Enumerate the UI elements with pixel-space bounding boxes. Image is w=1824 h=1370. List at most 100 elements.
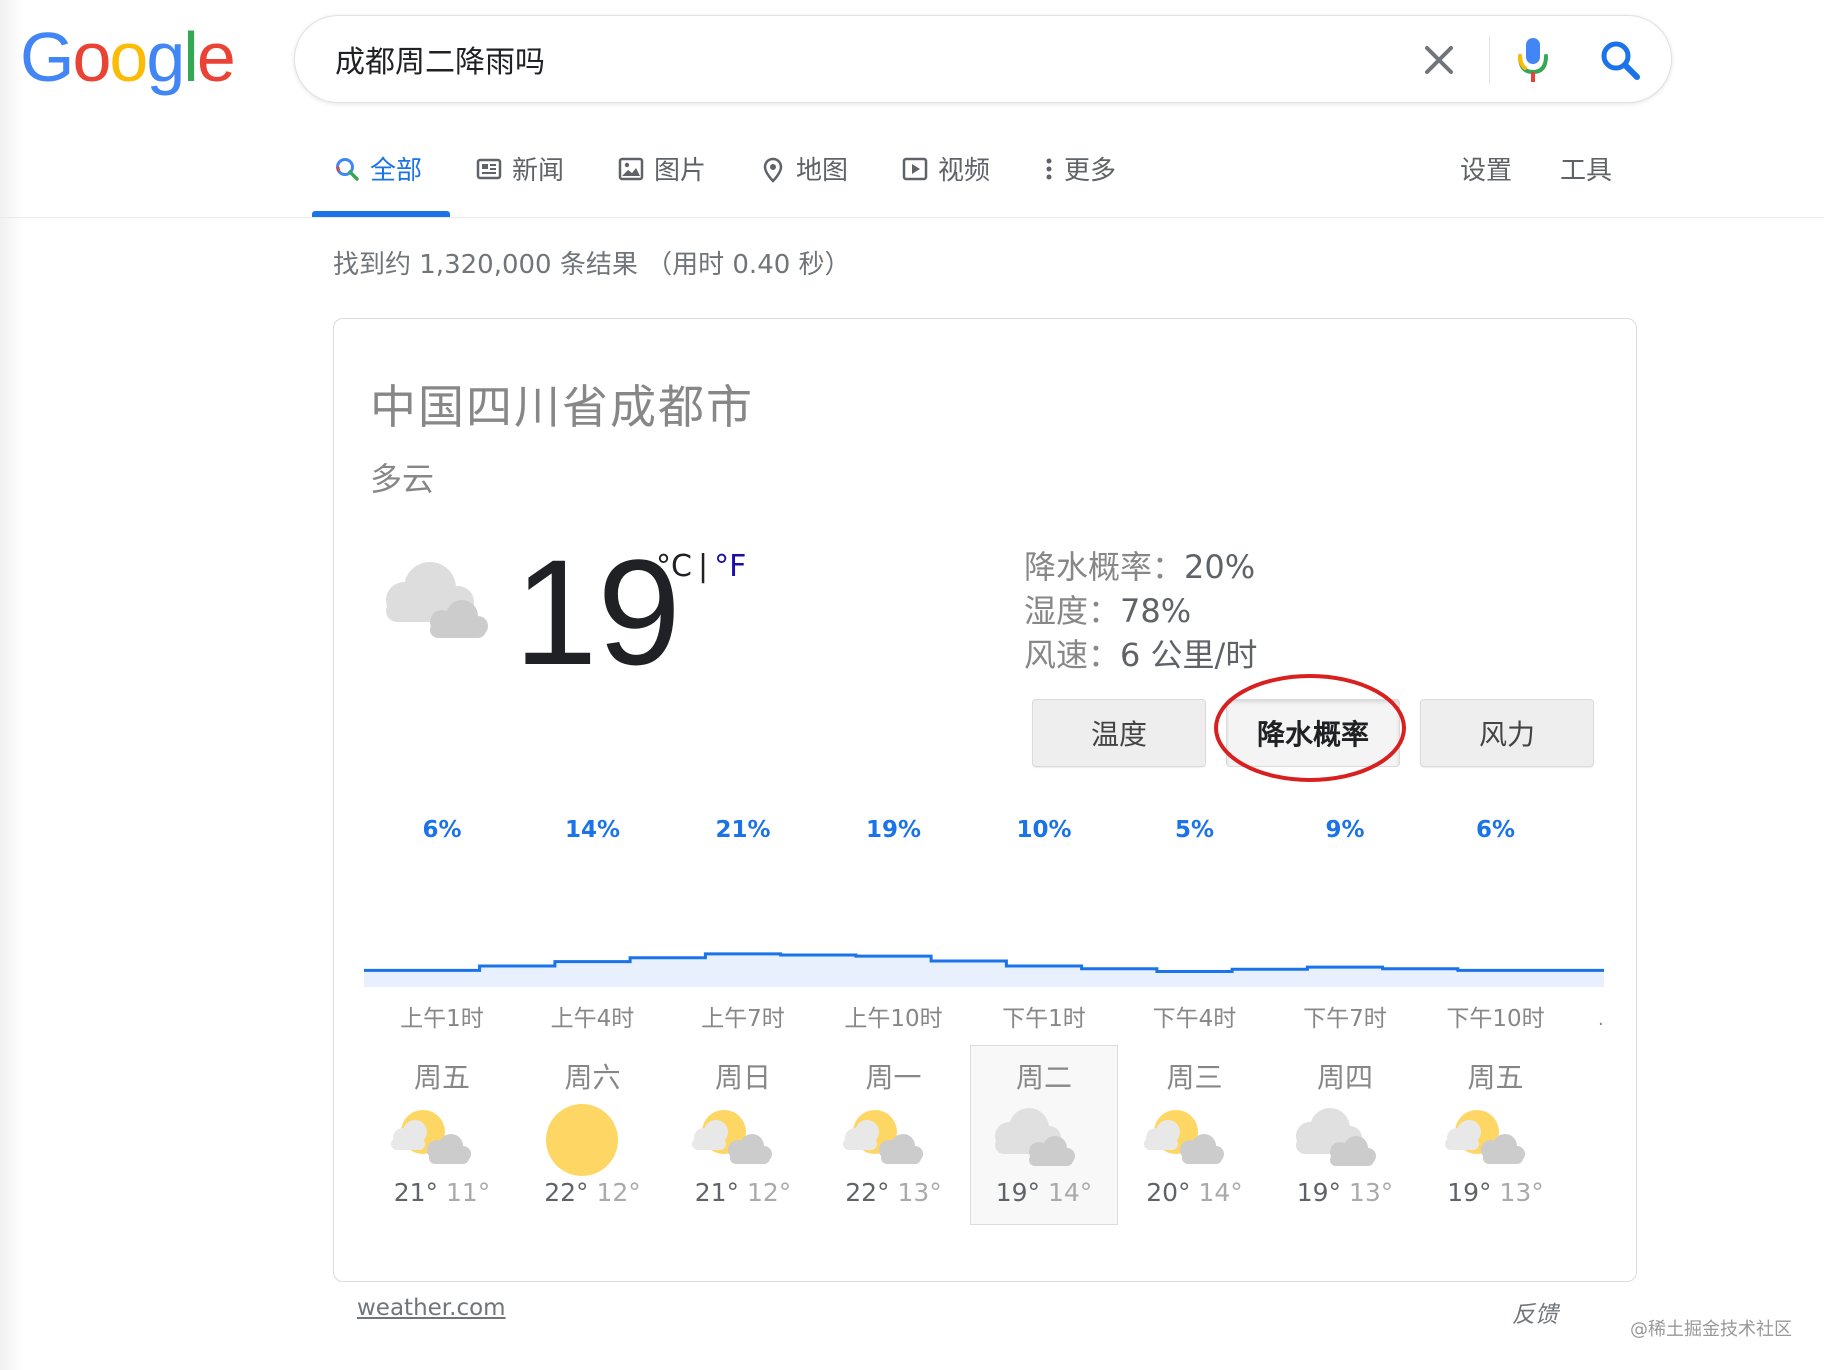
weather-card: 中国四川省成都市 多云 19 °C | °F 降水概率：20% 湿度：78% 风速：… (333, 318, 1637, 1282)
search-input[interactable] (335, 34, 1335, 84)
search-button[interactable] (1595, 34, 1645, 86)
voice-search-button[interactable] (1511, 34, 1555, 86)
forecast-day-name: 周日 (714, 1061, 771, 1094)
tab-label: 工具 (1560, 156, 1613, 186)
forecast-high: 22° (544, 1178, 589, 1207)
logo-letter: g (146, 18, 185, 96)
image-icon (618, 157, 644, 181)
forecast-day-name: 周二 (1015, 1061, 1072, 1094)
chart-hour-label: 上午4时 (550, 1006, 635, 1032)
forecast-low: 11° (446, 1178, 491, 1207)
chart-hour-label: 下午4时 (1152, 1006, 1237, 1032)
forecast-low: 13° (1499, 1178, 1544, 1207)
forecast-temps: 21° 11° (369, 1178, 515, 1207)
tab-all[interactable]: 全部 (334, 150, 422, 220)
forecast-temps: 21° 12° (670, 1178, 816, 1207)
search-tabs: 全部 新闻 图片 地图 视频 更多 设置 工具 (0, 150, 1824, 220)
forecast-low: 13° (1349, 1178, 1394, 1207)
forecast-day[interactable]: 周日 21° 12° (669, 1045, 817, 1225)
wind-toggle-button[interactable]: 风力 (1420, 699, 1594, 767)
tab-label: 更多 (1064, 156, 1117, 186)
forecast-low: 12° (596, 1178, 641, 1207)
forecast-day[interactable]: 周五 21° 11° (368, 1045, 516, 1225)
result-stats: 找到约 1,320,000 条结果 （用时 0.40 秒） (333, 250, 851, 280)
tab-label: 地图 (796, 156, 849, 186)
microphone-icon (1518, 38, 1548, 82)
logo-letter: G (20, 18, 74, 96)
precipitation-value: 20% (1184, 548, 1256, 586)
feedback-link[interactable]: 反馈 (1512, 1295, 1558, 1329)
humidity-row: 湿度：78% (1024, 589, 1257, 633)
forecast-day[interactable]: 周三 20° 14° (1121, 1045, 1269, 1225)
forecast-temps: 22° 12° (520, 1178, 666, 1207)
logo-letter: l (183, 18, 199, 96)
forecast-high: 21° (393, 1178, 438, 1207)
precipitation-area (364, 953, 1604, 987)
tab-tools[interactable]: 工具 (1560, 150, 1612, 220)
forecast-temps: 19° 13° (1272, 1178, 1418, 1207)
clear-button[interactable] (1417, 38, 1461, 82)
tab-videos[interactable]: 视频 (902, 150, 990, 220)
temperature-unit-switch: °C | °F (656, 549, 746, 584)
forecast-day-name: 周四 (1316, 1061, 1373, 1094)
news-icon (476, 158, 502, 180)
logo-letter: e (196, 18, 236, 96)
forecast-high: 19° (1447, 1178, 1492, 1207)
logo-letter: o (72, 18, 111, 96)
clear-icon (1425, 46, 1453, 74)
temperature-toggle-button[interactable]: 温度 (1032, 699, 1206, 767)
unit-separator: | (697, 549, 709, 584)
forecast-day[interactable]: 周六 22° 12° (519, 1045, 667, 1225)
tab-images[interactable]: 图片 (618, 150, 706, 220)
weather-source-link[interactable]: weather.com (357, 1295, 506, 1321)
partly-cloudy-icon (692, 1110, 772, 1164)
forecast-temps: 19° 13° (1423, 1178, 1569, 1207)
forecast-day-name: 周六 (564, 1061, 621, 1094)
forecast-high: 21° (694, 1178, 739, 1207)
chart-hour-label: 下午7时 (1303, 1006, 1387, 1032)
forecast-day[interactable]: 周四 19° 13° (1271, 1045, 1419, 1225)
chart-value-label: 6% (1475, 817, 1516, 843)
unit-celsius[interactable]: °C (656, 549, 692, 584)
forecast-day[interactable]: 周五 19° 13° (1422, 1045, 1570, 1225)
forecast-day-name: 周五 (1467, 1061, 1524, 1094)
weather-location: 中国四川省成都市 (370, 380, 754, 434)
tab-label: 图片 (654, 156, 707, 186)
forecast-low: 12° (747, 1178, 792, 1207)
tab-settings[interactable]: 设置 (1460, 150, 1512, 220)
chart-hour-label: 下午1时 (1002, 1006, 1086, 1032)
partly-cloudy-icon (1143, 1110, 1224, 1164)
forecast-high: 19° (1296, 1178, 1341, 1207)
forecast-temps: 22° 13° (821, 1178, 967, 1207)
video-icon (902, 157, 928, 181)
tab-label: 视频 (938, 156, 991, 186)
tab-label: 新闻 (512, 156, 565, 186)
tab-label: 设置 (1460, 156, 1513, 186)
logo-letter: o (109, 18, 148, 96)
tab-maps[interactable]: 地图 (760, 150, 848, 220)
forecast-high: 19° (995, 1178, 1040, 1207)
tab-news[interactable]: 新闻 (476, 150, 564, 220)
forecast-day[interactable]: 周二 19° 14° (970, 1045, 1118, 1225)
cloudy-icon (1296, 1108, 1376, 1166)
forecast-high: 22° (845, 1178, 890, 1207)
annotation-circle (1214, 674, 1406, 782)
humidity-label: 湿度： (1024, 592, 1121, 630)
partly-cloudy-icon (1444, 1110, 1525, 1164)
google-logo[interactable]: Google (20, 18, 236, 96)
forecast-day-name: 周三 (1166, 1061, 1223, 1094)
chart-value-label: 10% (1016, 817, 1072, 843)
tab-more[interactable]: 更多 (1044, 150, 1116, 220)
watermark: @稀土掘金技术社区 (1630, 1319, 1792, 1340)
precipitation-label: 降水概率： (1024, 548, 1185, 586)
wind-label: 风速： (1024, 636, 1121, 674)
cloudy-icon (995, 1108, 1075, 1166)
unit-fahrenheit[interactable]: °F (714, 549, 746, 584)
chart-hour-label: 下午10时 (1446, 1006, 1545, 1032)
forecast-day[interactable]: 周一 22° 13° (820, 1045, 968, 1225)
sunny-icon (545, 1104, 618, 1176)
forecast-high: 20° (1146, 1178, 1191, 1207)
chart-value-label: 9% (1325, 817, 1365, 843)
tab-label: 全部 (370, 156, 423, 186)
precipitation-row: 降水概率：20% (1024, 545, 1257, 589)
